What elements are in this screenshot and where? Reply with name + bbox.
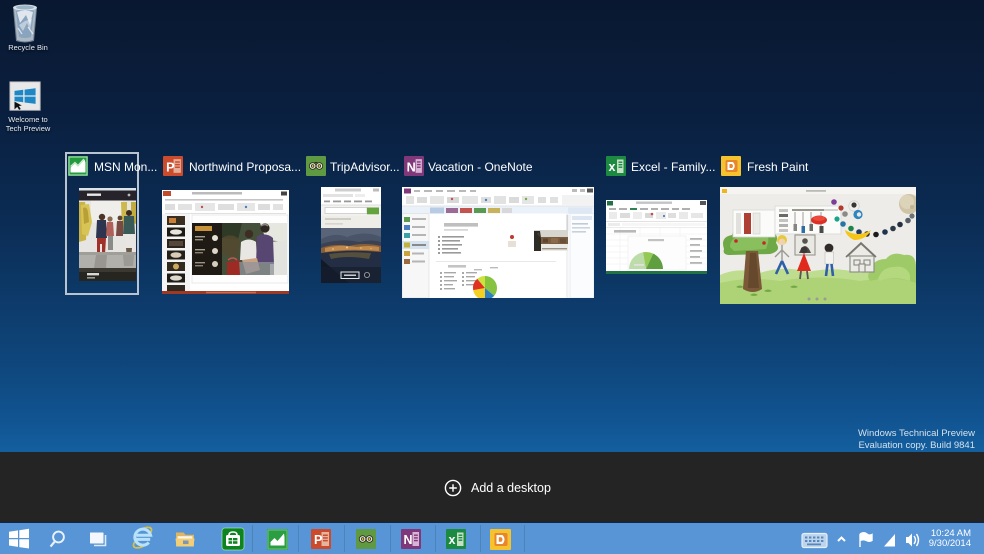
svg-text:x: x (449, 533, 456, 547)
svg-text:x: x (609, 160, 616, 174)
svg-text:P: P (166, 160, 174, 174)
svg-text:N: N (404, 533, 413, 547)
svg-text:P: P (314, 533, 322, 547)
svg-text:N: N (407, 160, 416, 174)
